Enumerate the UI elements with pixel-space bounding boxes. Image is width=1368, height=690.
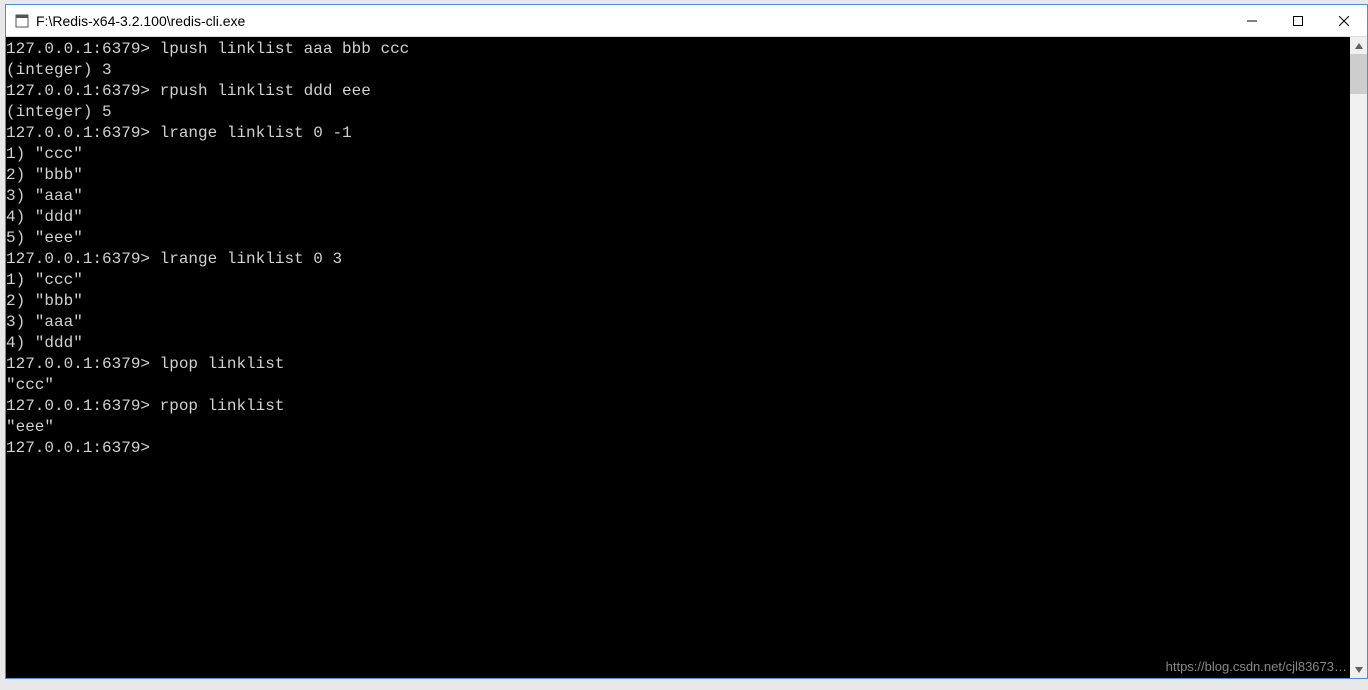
vertical-scrollbar[interactable]: [1350, 37, 1367, 678]
application-window: F:\Redis-x64-3.2.100\redis-cli.exe 127.0…: [5, 4, 1368, 679]
scroll-up-button[interactable]: [1350, 37, 1367, 54]
close-button[interactable]: [1321, 5, 1367, 37]
terminal-area: 127.0.0.1:6379> lpush linklist aaa bbb c…: [6, 37, 1367, 678]
terminal-output[interactable]: 127.0.0.1:6379> lpush linklist aaa bbb c…: [6, 37, 1350, 678]
window-controls: [1229, 5, 1367, 36]
titlebar[interactable]: F:\Redis-x64-3.2.100\redis-cli.exe: [6, 5, 1367, 37]
window-title: F:\Redis-x64-3.2.100\redis-cli.exe: [36, 13, 1229, 29]
minimize-button[interactable]: [1229, 5, 1275, 37]
scroll-track[interactable]: [1350, 54, 1367, 661]
scroll-thumb[interactable]: [1350, 54, 1367, 94]
app-icon: [14, 13, 30, 29]
maximize-button[interactable]: [1275, 5, 1321, 37]
scroll-down-button[interactable]: [1350, 661, 1367, 678]
